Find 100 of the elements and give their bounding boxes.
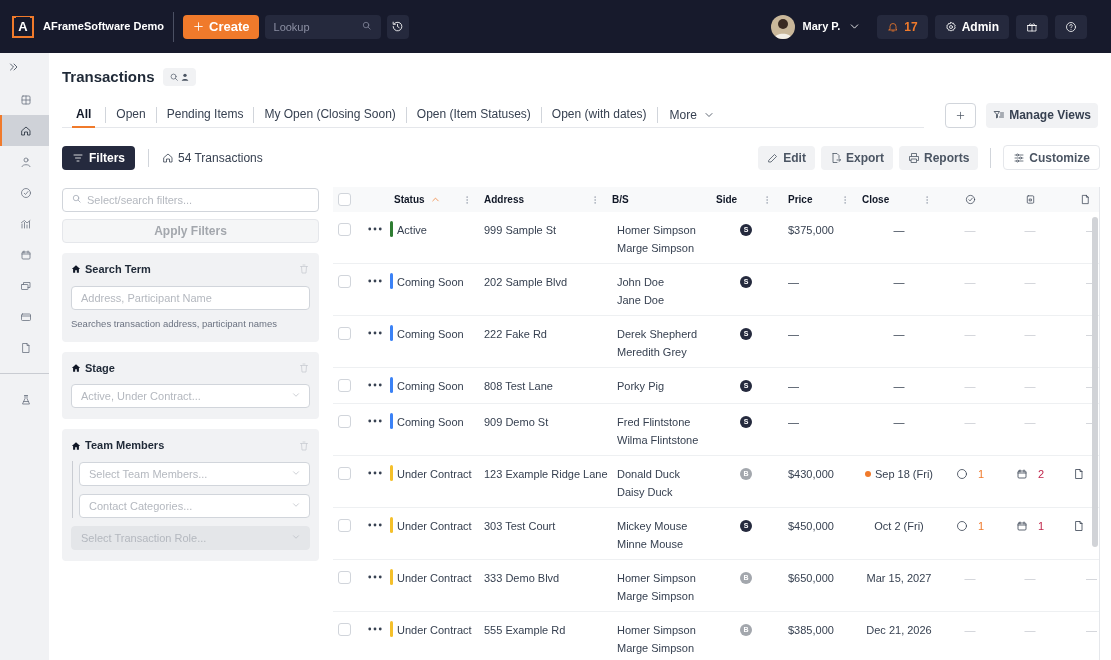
doc-icon (19, 341, 32, 354)
price-text: — (788, 328, 799, 340)
column-header[interactable]: Close (858, 187, 940, 212)
expand-icon (8, 61, 20, 73)
more-icon[interactable] (368, 523, 382, 527)
empty-value: — (1024, 274, 1036, 290)
close-date: Dec 21, 2026 (866, 622, 932, 638)
empty-value: — (964, 326, 976, 342)
more-tab[interactable]: More (669, 105, 715, 124)
view-tab[interactable]: My Open (Closing Soon) (264, 101, 396, 128)
user-menu[interactable]: Mary P. (802, 18, 862, 35)
add-view-button[interactable] (945, 102, 977, 128)
view-tab[interactable]: Open (with dates) (551, 101, 647, 128)
view-tab[interactable]: Pending Items (166, 101, 244, 128)
status-text: Active (397, 223, 427, 238)
circle-icon (955, 520, 968, 532)
view-tab[interactable]: All (72, 101, 96, 128)
toolbar-button[interactable]: Edit (758, 145, 815, 170)
lookup-field[interactable]: Lookup (264, 15, 381, 39)
participant-name: Donald Duck (617, 467, 681, 482)
participant-name: Marge Simpson (617, 241, 696, 256)
participant-name: John Doe (617, 275, 666, 290)
participant-name: Mickey Mouse (617, 519, 689, 534)
close-date: — (893, 274, 905, 290)
empty-value: — (964, 378, 976, 394)
checkbox[interactable] (338, 223, 351, 236)
participant-name: Wilma Flintstone (617, 433, 700, 448)
more-icon[interactable] (368, 627, 382, 631)
checkbox[interactable] (338, 519, 351, 532)
close-date: — (893, 414, 905, 430)
close-date: Mar 15, 2027 (866, 570, 932, 586)
more-icon[interactable] (368, 331, 382, 335)
empty-value: — (1024, 378, 1036, 394)
status-text: Under Contract (397, 467, 472, 482)
column-header[interactable]: Address (480, 187, 608, 212)
person-icon (19, 155, 32, 168)
column-header[interactable]: Side (712, 187, 780, 212)
count-text: 1 (977, 518, 985, 534)
notifications-button[interactable]: 17 (877, 14, 928, 39)
more-icon[interactable] (368, 471, 382, 475)
status-text: Coming Soon (397, 327, 464, 342)
search-icon (71, 193, 82, 204)
admin-button[interactable]: Admin (934, 14, 1009, 39)
checkbox[interactable] (338, 467, 351, 480)
search-people-button[interactable] (162, 68, 196, 86)
sidebar-item[interactable] (0, 115, 49, 146)
filter-search-field[interactable]: Select/search filters... (62, 188, 319, 212)
text-field[interactable]: Address, Participant Name (71, 285, 310, 310)
check-icon (964, 194, 976, 205)
participant-name: Daisy Duck (617, 485, 674, 500)
toolbar-button[interactable]: Reports (898, 145, 979, 170)
address-text: 123 Example Ridge Lane (484, 468, 608, 480)
document-icon (1073, 520, 1085, 532)
toolbar-button[interactable]: Export (820, 145, 893, 170)
empty-value: — (964, 570, 976, 586)
more-icon[interactable] (368, 279, 382, 283)
empty-value: — (1024, 622, 1036, 638)
more-icon[interactable] (368, 575, 382, 579)
checkbox[interactable] (338, 193, 351, 206)
checkbox[interactable] (338, 623, 351, 636)
more-icon[interactable] (368, 419, 382, 423)
checkbox[interactable] (338, 327, 351, 340)
status-text: Under Contract (397, 623, 472, 638)
gear-icon (944, 20, 957, 33)
checkbox[interactable] (338, 275, 351, 288)
avatar-icon[interactable] (770, 14, 795, 39)
edit-icon (767, 151, 780, 164)
check-icon (19, 186, 32, 199)
count-text: 1 (977, 466, 985, 482)
column-header[interactable]: B/S (608, 187, 712, 212)
plus-icon (192, 20, 206, 33)
close-date: — (893, 326, 905, 342)
checkbox[interactable] (338, 415, 351, 428)
price-text: $375,000 (788, 224, 834, 236)
help-button[interactable] (1055, 14, 1087, 39)
customize-button[interactable]: Customize (1003, 145, 1100, 170)
price-text: $385,000 (788, 624, 834, 636)
price-text: $650,000 (788, 572, 834, 584)
checkbox[interactable] (338, 571, 351, 584)
help-icon (1065, 20, 1077, 33)
view-tab[interactable]: Open (116, 101, 146, 128)
empty-value: — (1024, 414, 1036, 430)
select-field[interactable]: Select Team Members... (79, 461, 310, 486)
checkbox[interactable] (338, 379, 351, 392)
filters-button[interactable]: Filters (62, 145, 135, 170)
close-date: Oct 2 (Fri) (874, 518, 924, 534)
column-header[interactable]: Price (780, 187, 858, 212)
more-icon[interactable] (368, 227, 382, 231)
select-field[interactable]: Contact Categories... (79, 493, 310, 518)
view-tab[interactable]: Open (Item Statuses) (416, 101, 531, 128)
page-title: Transactions (62, 66, 155, 87)
gift-button[interactable] (1016, 14, 1048, 39)
circle-icon (955, 468, 968, 480)
column-header[interactable]: Status (390, 187, 480, 212)
participant-name: Porky Pig (617, 379, 666, 394)
scrollbar[interactable] (1092, 217, 1098, 547)
more-icon[interactable] (368, 383, 382, 387)
manage-views-button[interactable]: Manage Views (986, 102, 1098, 128)
select-field[interactable]: Active, Under Contract... (71, 384, 310, 409)
history-button[interactable] (386, 14, 409, 39)
